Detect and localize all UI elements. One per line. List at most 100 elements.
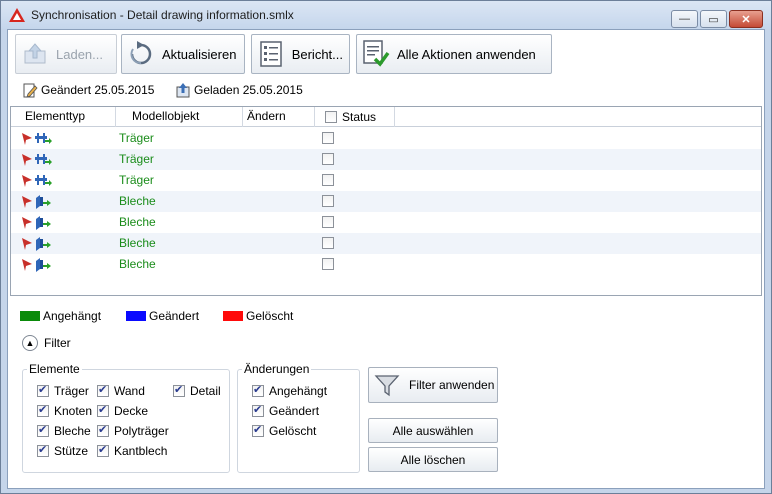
wand-checkbox[interactable] (97, 383, 109, 397)
flag-icon (21, 174, 33, 191)
sync-grid: Elementtyp Modellobjekt Ändern Status Tr… (10, 106, 762, 296)
refresh-icon (126, 39, 156, 69)
chevron-up-icon: ▲ (22, 335, 38, 351)
col-status[interactable]: Status (315, 107, 395, 127)
load-label: Laden... (56, 46, 103, 62)
table-row[interactable]: Bleche (11, 254, 761, 275)
bleche-checkbox[interactable] (37, 423, 49, 437)
flag-icon (21, 237, 33, 254)
title-bar[interactable]: Synchronisation - Detail drawing informa… (1, 1, 771, 29)
filter-polytraeger[interactable]: Polyträger (97, 423, 169, 438)
model-object-cell: Bleche (119, 257, 156, 271)
filter-toggle[interactable]: ▲ Filter (22, 335, 71, 351)
beam-icon (33, 173, 53, 192)
element-type-cell (21, 215, 53, 234)
status-checkbox[interactable] (322, 258, 334, 270)
status-checkbox-cell (322, 174, 334, 189)
minimize-button[interactable]: — (671, 10, 698, 28)
legend-changed: Geändert (126, 309, 199, 323)
report-label: Bericht... (291, 46, 343, 62)
table-row[interactable]: Bleche (11, 212, 761, 233)
edit-document-icon (23, 83, 38, 98)
decke-checkbox[interactable] (97, 403, 109, 417)
deleted-swatch (223, 311, 243, 321)
filter-added[interactable]: Angehängt (252, 383, 327, 398)
kantblech-checkbox[interactable] (97, 443, 109, 457)
status-checkbox[interactable] (322, 195, 334, 207)
decke-label: Decke (114, 404, 149, 418)
loaded-document-icon (176, 83, 190, 98)
deleted-checkbox[interactable] (252, 423, 264, 437)
stuetze-label: Stütze (54, 444, 89, 458)
traeger-checkbox[interactable] (37, 383, 49, 397)
knoten-checkbox[interactable] (37, 403, 49, 417)
table-row[interactable]: Träger (11, 170, 761, 191)
filter-detail[interactable]: Detail (173, 383, 221, 398)
status-checkbox-cell (322, 195, 334, 210)
bleche-label: Bleche (54, 424, 91, 438)
model-object-cell: Träger (119, 131, 154, 145)
filter-decke[interactable]: Decke (97, 403, 149, 418)
polytraeger-label: Polyträger (114, 424, 169, 438)
status-select-all-checkbox[interactable] (325, 111, 337, 123)
report-button[interactable]: Bericht... (251, 34, 350, 74)
status-checkbox[interactable] (322, 216, 334, 228)
table-row[interactable]: Träger (11, 128, 761, 149)
plate-icon (33, 236, 53, 255)
polytraeger-checkbox[interactable] (97, 423, 109, 437)
apply-all-actions-button[interactable]: Alle Aktionen anwenden (356, 34, 552, 74)
col-aendern[interactable]: Ändern (243, 107, 315, 127)
knoten-label: Knoten (54, 404, 93, 418)
status-checkbox[interactable] (322, 153, 334, 165)
detail-checkbox[interactable] (173, 383, 185, 397)
status-checkbox[interactable] (322, 174, 334, 186)
changed-swatch (126, 311, 146, 321)
element-type-cell (21, 173, 53, 192)
status-checkbox[interactable] (322, 132, 334, 144)
filter-traeger[interactable]: Träger (37, 383, 89, 398)
filter-changed[interactable]: Geändert (252, 403, 319, 418)
apply-all-icon (361, 39, 391, 69)
table-row[interactable]: Träger (11, 149, 761, 170)
elements-group: Elemente Träger Wand Detail Knoten Decke… (22, 362, 230, 473)
funnel-icon (374, 375, 400, 397)
changed-date: Geändert 25.05.2015 (41, 83, 155, 97)
stuetze-checkbox[interactable] (37, 443, 49, 457)
element-type-cell (21, 152, 53, 171)
clear-all-button[interactable]: Alle löschen (368, 447, 498, 472)
detail-label: Detail (190, 384, 221, 398)
filter-knoten[interactable]: Knoten (37, 403, 93, 418)
window-title: Synchronisation - Detail drawing informa… (31, 8, 294, 22)
loaded-date: Geladen 25.05.2015 (194, 83, 303, 97)
loaded-info: Geladen 25.05.2015 (175, 82, 303, 98)
maximize-button[interactable]: ▭ (700, 10, 727, 28)
wand-label: Wand (114, 384, 145, 398)
apply-filter-button[interactable]: Filter anwenden (368, 367, 498, 403)
flag-icon (21, 216, 33, 233)
filter-kantblech[interactable]: Kantblech (97, 443, 168, 458)
changed-info: Geändert 25.05.2015 (22, 82, 154, 98)
status-checkbox[interactable] (322, 237, 334, 249)
filter-stuetze[interactable]: Stütze (37, 443, 89, 458)
refresh-button[interactable]: Aktualisieren (121, 34, 245, 74)
kantblech-label: Kantblech (114, 444, 168, 458)
model-object-cell: Bleche (119, 236, 156, 250)
col-elementtyp[interactable]: Elementtyp (11, 107, 116, 127)
table-row[interactable]: Bleche (11, 191, 761, 212)
col-modellobjekt[interactable]: Modellobjekt (116, 107, 243, 127)
filter-bleche[interactable]: Bleche (37, 423, 91, 438)
beam-icon (33, 131, 53, 150)
added-checkbox[interactable] (252, 383, 264, 397)
changed-checkbox[interactable] (252, 403, 264, 417)
status-checkbox-cell (322, 153, 334, 168)
filter-wand[interactable]: Wand (97, 383, 145, 398)
flag-icon (21, 195, 33, 212)
select-all-button[interactable]: Alle auswählen (368, 418, 498, 443)
table-row[interactable]: Bleche (11, 233, 761, 254)
filter-deleted[interactable]: Gelöscht (252, 423, 316, 438)
load-button[interactable]: Laden... (15, 34, 117, 74)
model-object-cell: Bleche (119, 194, 156, 208)
close-button[interactable]: ✕ (729, 10, 763, 28)
legend-added-label: Angehängt (43, 309, 102, 323)
element-type-cell (21, 131, 53, 150)
